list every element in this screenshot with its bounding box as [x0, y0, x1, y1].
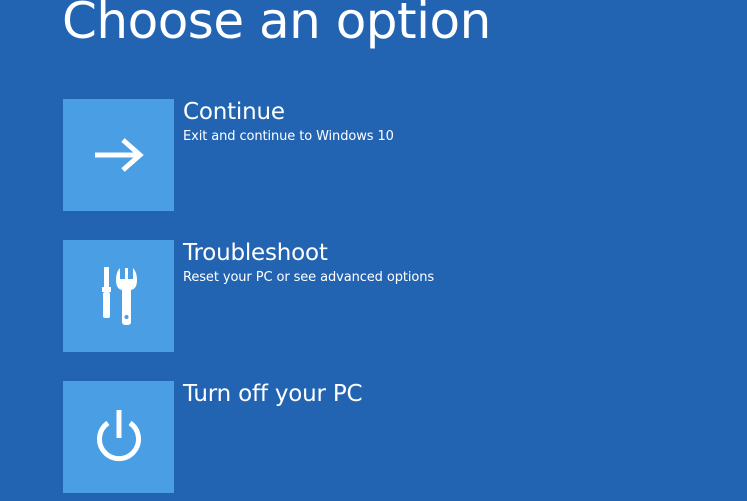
turn-off-option[interactable]: Turn off your PC [63, 381, 483, 493]
continue-text[interactable]: Continue Exit and continue to Windows 10 [183, 99, 394, 145]
troubleshoot-option[interactable]: Troubleshoot Reset your PC or see advanc… [63, 240, 483, 352]
turn-off-tile[interactable] [63, 381, 174, 493]
continue-description: Exit and continue to Windows 10 [183, 129, 394, 144]
arrow-right-icon [91, 135, 147, 175]
troubleshoot-tile[interactable] [63, 240, 174, 352]
power-icon [91, 408, 147, 466]
turn-off-title[interactable]: Turn off your PC [183, 381, 363, 407]
troubleshoot-title[interactable]: Troubleshoot [183, 240, 434, 266]
continue-option[interactable]: Continue Exit and continue to Windows 10 [63, 99, 483, 211]
turn-off-text[interactable]: Turn off your PC [183, 381, 363, 407]
tools-icon [97, 266, 141, 326]
page-title: Choose an option [62, 0, 491, 50]
troubleshoot-text[interactable]: Troubleshoot Reset your PC or see advanc… [183, 240, 434, 286]
continue-title[interactable]: Continue [183, 99, 394, 125]
troubleshoot-description: Reset your PC or see advanced options [183, 270, 435, 285]
continue-tile[interactable] [63, 99, 174, 211]
